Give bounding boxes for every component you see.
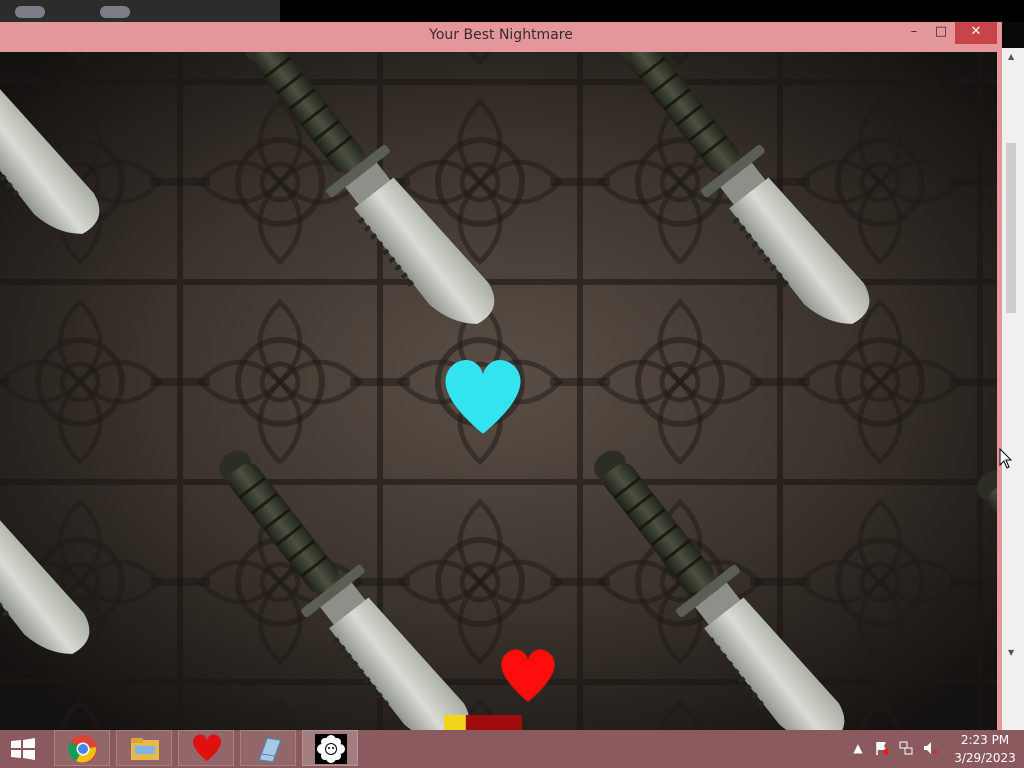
- window-title: Your Best Nightmare: [429, 27, 573, 43]
- game-viewport[interactable]: [0, 52, 997, 730]
- scroll-up-icon[interactable]: ▲: [1008, 52, 1014, 61]
- desktop-background-strip: [0, 0, 1024, 22]
- file-explorer-icon: [131, 738, 159, 760]
- close-button[interactable]: ✕: [955, 22, 997, 44]
- scrollbar-thumb[interactable]: [1006, 143, 1016, 313]
- start-button[interactable]: [8, 737, 38, 761]
- network-icon[interactable]: [898, 740, 914, 756]
- taskbar: ▲: [0, 730, 1024, 768]
- action-center-flag-icon[interactable]: [874, 740, 890, 756]
- game-scene: [0, 52, 997, 730]
- game-window: Your Best Nightmare – □ ✕: [0, 22, 1002, 730]
- taskbar-app-notebook[interactable]: [240, 730, 296, 766]
- taskbar-app-flowey[interactable]: [302, 730, 358, 766]
- chrome-icon: [68, 735, 97, 763]
- scroll-down-icon[interactable]: ▼: [1008, 648, 1014, 657]
- notebook-icon: [257, 737, 283, 763]
- taskbar-app-heart-game[interactable]: [178, 730, 234, 766]
- taskbar-clock-time[interactable]: 2:23 PM: [950, 733, 1020, 747]
- windows-logo-icon: [11, 738, 35, 760]
- background-window-thumbnail: [0, 0, 280, 22]
- show-hidden-icons-icon[interactable]: ▲: [850, 740, 866, 756]
- volume-muted-icon[interactable]: [922, 740, 938, 756]
- taskbar-clock-date[interactable]: 3/29/2023: [950, 751, 1020, 765]
- background-app-scrollbar[interactable]: ▲ ▼: [1002, 48, 1024, 730]
- flowey-icon: [315, 734, 347, 764]
- taskbar-app-file-explorer[interactable]: [116, 730, 172, 766]
- title-bar[interactable]: Your Best Nightmare – □ ✕: [0, 22, 1002, 50]
- heart-game-icon: [193, 734, 221, 761]
- mouse-cursor-icon: [999, 448, 1013, 469]
- hp-bar: [444, 715, 522, 730]
- taskbar-app-chrome[interactable]: [54, 730, 110, 766]
- maximize-button[interactable]: □: [928, 22, 954, 44]
- minimize-button[interactable]: –: [900, 22, 928, 44]
